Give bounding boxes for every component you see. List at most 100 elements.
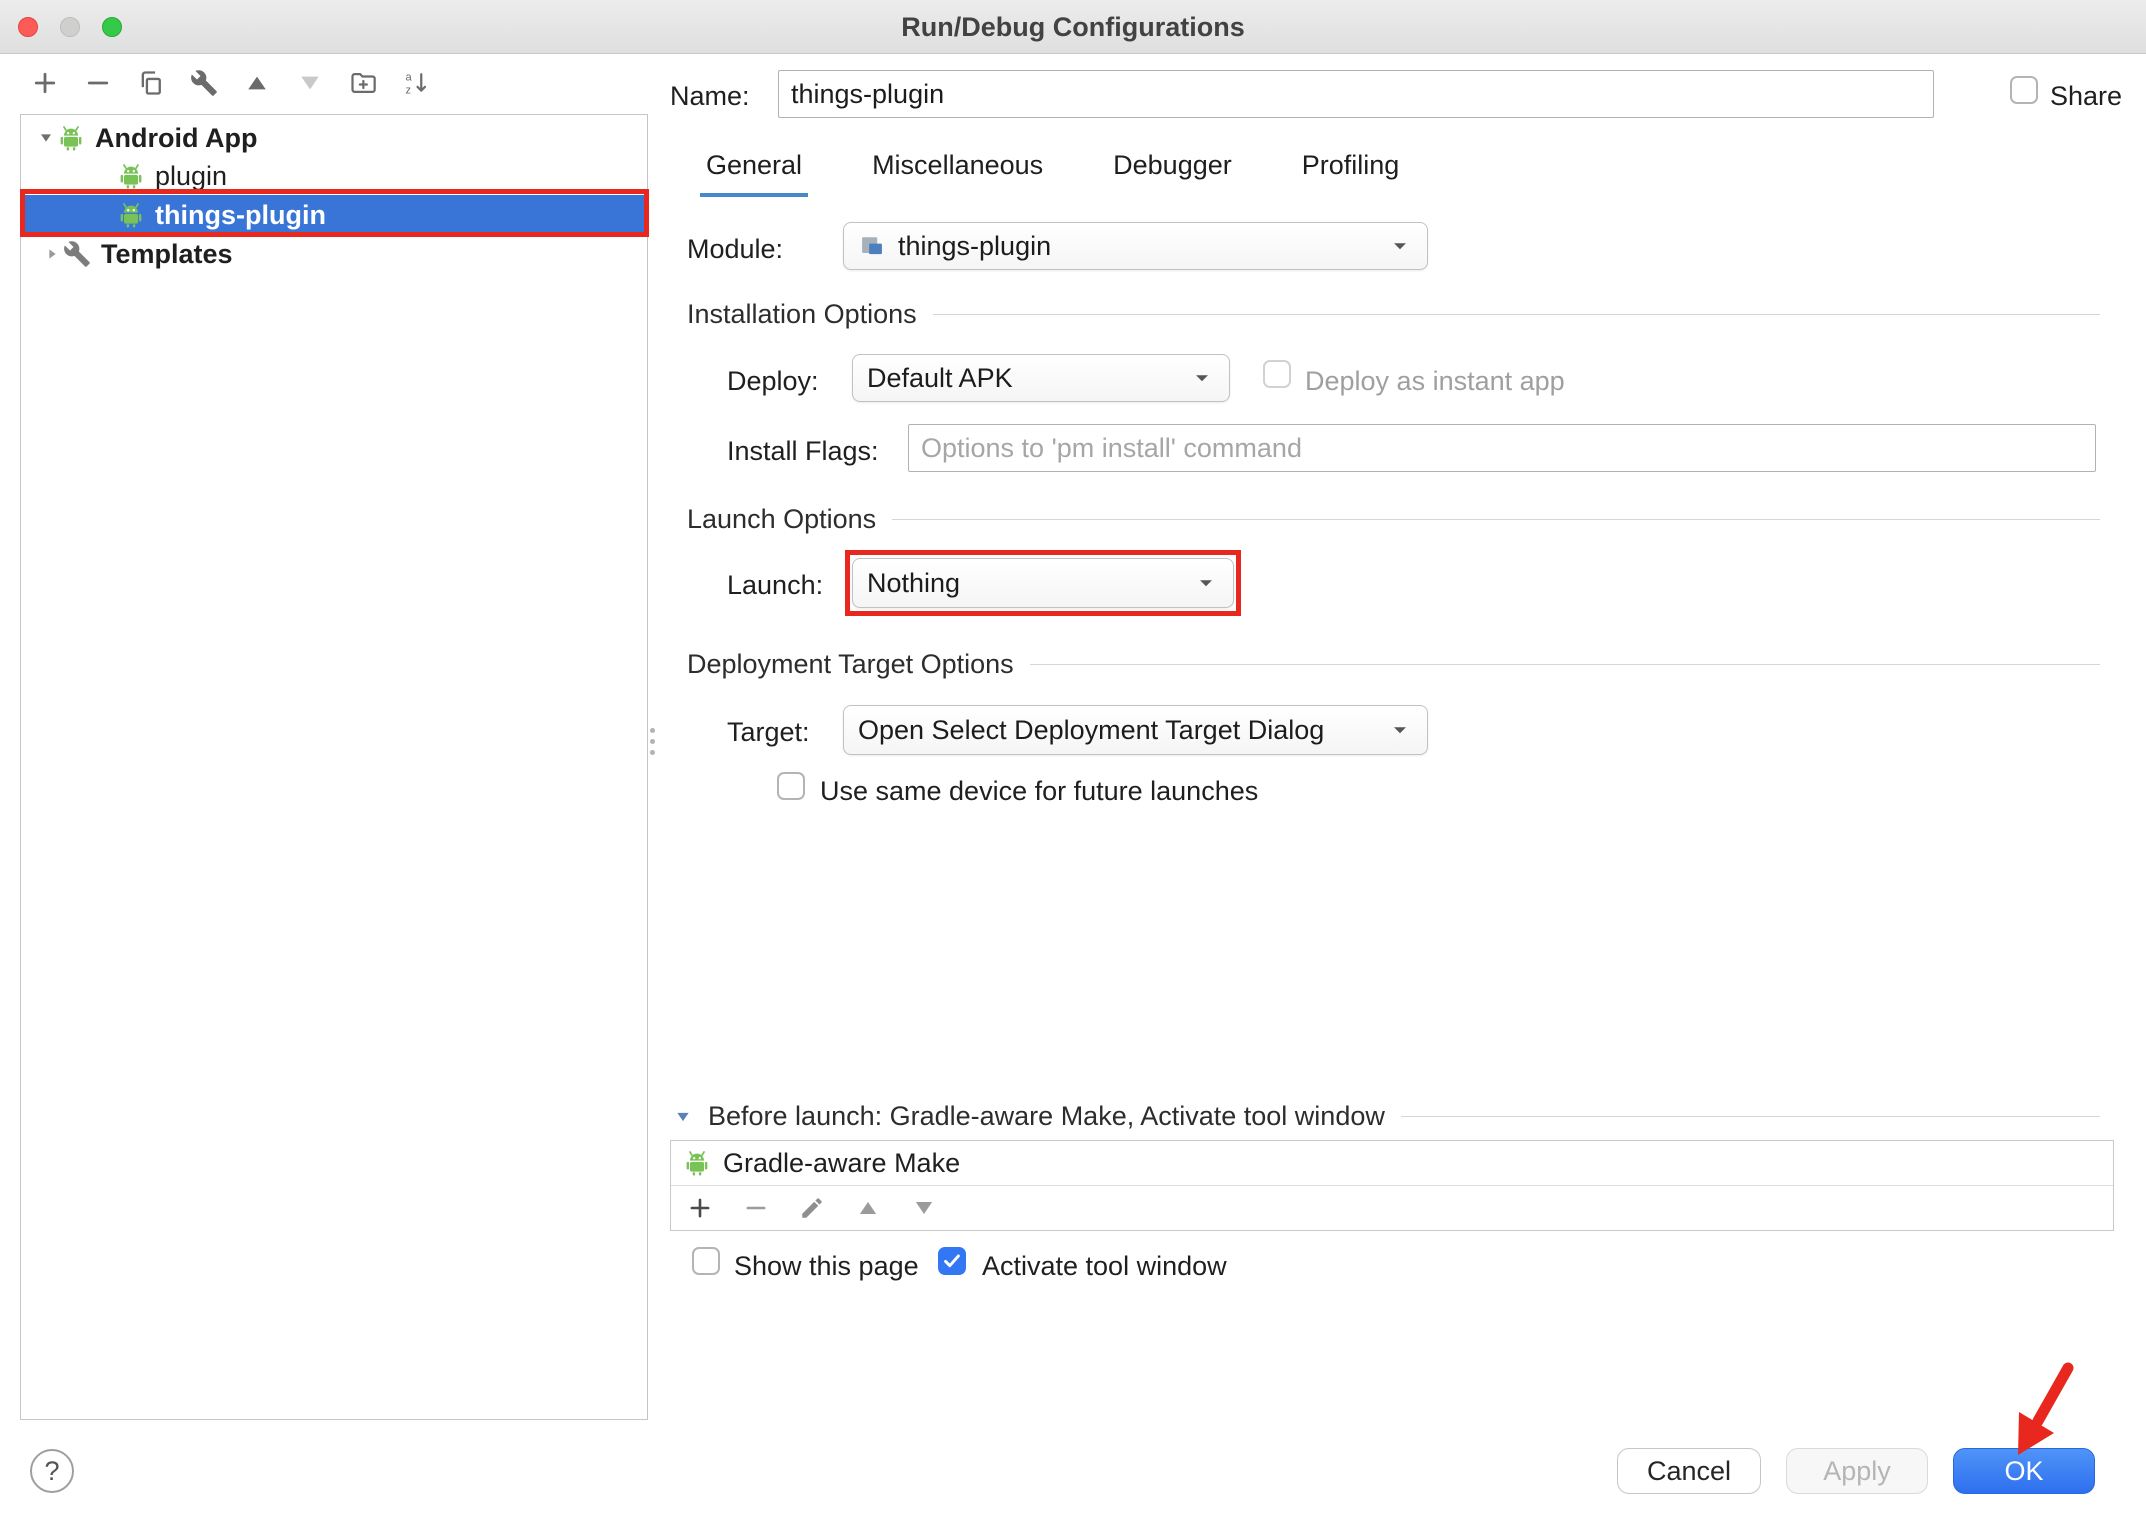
collapsed-disclosure-icon[interactable] bbox=[41, 243, 63, 265]
tab-debugger[interactable]: Debugger bbox=[1107, 150, 1238, 197]
deploy-value: Default APK bbox=[867, 363, 1013, 394]
chevron-down-icon bbox=[1387, 233, 1413, 259]
configurations-toolbar bbox=[28, 66, 433, 100]
chevron-down-icon bbox=[1387, 717, 1413, 743]
launch-label: Launch: bbox=[727, 570, 823, 601]
module-dropdown[interactable]: things-plugin bbox=[843, 222, 1428, 270]
ok-button[interactable]: OK bbox=[1953, 1448, 2095, 1494]
before-launch-task-label: Gradle-aware Make bbox=[723, 1148, 960, 1179]
window-titlebar: Run/Debug Configurations bbox=[0, 0, 2146, 54]
move-down-button bbox=[293, 66, 327, 100]
section-title: Deployment Target Options bbox=[687, 649, 1014, 680]
before-launch-list: Gradle-aware Make bbox=[670, 1140, 2114, 1231]
move-task-down-button[interactable] bbox=[909, 1193, 939, 1223]
chevron-down-icon bbox=[1193, 570, 1219, 596]
arrow-up-icon bbox=[855, 1195, 881, 1221]
installation-options-section: Installation Options bbox=[687, 299, 2100, 330]
tree-item-android-app[interactable]: Android App bbox=[21, 119, 647, 157]
tree-item-label: Templates bbox=[101, 239, 233, 270]
collapse-triangle-icon[interactable] bbox=[674, 1108, 692, 1126]
tab-profiling[interactable]: Profiling bbox=[1296, 150, 1406, 197]
tree-item-label: plugin bbox=[155, 161, 227, 192]
launch-options-section: Launch Options bbox=[687, 504, 2100, 535]
tab-general[interactable]: General bbox=[700, 150, 808, 197]
apply-button: Apply bbox=[1786, 1448, 1928, 1494]
show-this-page-label: Show this page bbox=[734, 1251, 919, 1282]
android-icon bbox=[57, 124, 85, 152]
tree-item-templates[interactable]: Templates bbox=[21, 235, 647, 273]
arrow-up-icon bbox=[243, 69, 271, 97]
section-rule bbox=[1030, 664, 2100, 665]
pencil-icon bbox=[799, 1195, 825, 1221]
instant-app-checkbox bbox=[1263, 360, 1291, 388]
install-flags-label: Install Flags: bbox=[727, 436, 879, 467]
name-label: Name: bbox=[670, 81, 750, 112]
add-configuration-button[interactable] bbox=[28, 66, 62, 100]
same-device-checkbox[interactable] bbox=[777, 772, 805, 800]
tree-item-things-plugin[interactable]: things-plugin bbox=[21, 195, 647, 235]
launch-value: Nothing bbox=[867, 568, 960, 599]
module-icon bbox=[858, 232, 886, 260]
before-launch-task[interactable]: Gradle-aware Make bbox=[671, 1141, 2113, 1186]
minus-icon bbox=[743, 1195, 769, 1221]
move-up-button[interactable] bbox=[240, 66, 274, 100]
name-input[interactable] bbox=[778, 70, 1934, 118]
target-label: Target: bbox=[727, 717, 810, 748]
before-launch-title: Before launch: Gradle-aware Make, Activa… bbox=[708, 1101, 1385, 1132]
plus-icon bbox=[687, 1195, 713, 1221]
activate-tool-window-label: Activate tool window bbox=[982, 1251, 1227, 1282]
android-icon bbox=[683, 1149, 711, 1177]
remove-configuration-button[interactable] bbox=[81, 66, 115, 100]
module-label: Module: bbox=[687, 234, 783, 265]
activate-tool-window-checkbox[interactable] bbox=[938, 1247, 966, 1275]
chevron-down-icon bbox=[1189, 365, 1215, 391]
edit-defaults-button[interactable] bbox=[187, 66, 221, 100]
help-button[interactable]: ? bbox=[30, 1449, 74, 1493]
edit-task-button[interactable] bbox=[797, 1193, 827, 1223]
check-icon bbox=[941, 1250, 963, 1272]
section-rule bbox=[1401, 1116, 2100, 1117]
share-checkbox[interactable] bbox=[2010, 76, 2038, 104]
move-task-up-button[interactable] bbox=[853, 1193, 883, 1223]
arrow-down-icon bbox=[296, 69, 324, 97]
copy-icon bbox=[137, 69, 165, 97]
minus-icon bbox=[84, 69, 112, 97]
remove-task-button[interactable] bbox=[741, 1193, 771, 1223]
target-value: Open Select Deployment Target Dialog bbox=[858, 715, 1324, 746]
new-folder-icon bbox=[349, 69, 377, 97]
tree-item-plugin[interactable]: plugin bbox=[21, 157, 647, 195]
tree-item-label: things-plugin bbox=[155, 200, 326, 231]
android-icon bbox=[117, 162, 145, 190]
arrow-down-icon bbox=[911, 1195, 937, 1221]
panel-splitter[interactable] bbox=[650, 728, 655, 755]
section-title: Installation Options bbox=[687, 299, 917, 330]
question-mark-icon: ? bbox=[44, 1456, 59, 1487]
deployment-target-options-section: Deployment Target Options bbox=[687, 649, 2100, 680]
sort-configurations-button[interactable] bbox=[399, 66, 433, 100]
module-value: things-plugin bbox=[898, 231, 1051, 262]
tab-miscellaneous[interactable]: Miscellaneous bbox=[866, 150, 1049, 197]
config-tabs: General Miscellaneous Debugger Profiling bbox=[700, 150, 1405, 197]
section-rule bbox=[933, 314, 2100, 315]
same-device-label: Use same device for future launches bbox=[820, 776, 1258, 807]
wrench-icon bbox=[63, 240, 91, 268]
cancel-button[interactable]: Cancel bbox=[1617, 1448, 1761, 1494]
section-rule bbox=[892, 519, 2100, 520]
new-folder-button[interactable] bbox=[346, 66, 380, 100]
install-flags-input[interactable] bbox=[908, 424, 2096, 472]
instant-app-label: Deploy as instant app bbox=[1305, 366, 1565, 397]
plus-icon bbox=[31, 69, 59, 97]
show-this-page-checkbox[interactable] bbox=[692, 1247, 720, 1275]
target-dropdown[interactable]: Open Select Deployment Target Dialog bbox=[843, 705, 1428, 755]
add-task-button[interactable] bbox=[685, 1193, 715, 1223]
tree-item-label: Android App bbox=[95, 123, 257, 154]
copy-configuration-button[interactable] bbox=[134, 66, 168, 100]
launch-dropdown[interactable]: Nothing bbox=[852, 558, 1234, 608]
expanded-disclosure-icon[interactable] bbox=[35, 127, 57, 149]
window-title: Run/Debug Configurations bbox=[0, 0, 2146, 54]
deploy-dropdown[interactable]: Default APK bbox=[852, 354, 1230, 402]
configurations-tree: Android App plugin things-plugin Templat… bbox=[20, 114, 648, 1420]
section-title: Launch Options bbox=[687, 504, 876, 535]
share-label: Share bbox=[2050, 81, 2122, 112]
deploy-label: Deploy: bbox=[727, 366, 819, 397]
